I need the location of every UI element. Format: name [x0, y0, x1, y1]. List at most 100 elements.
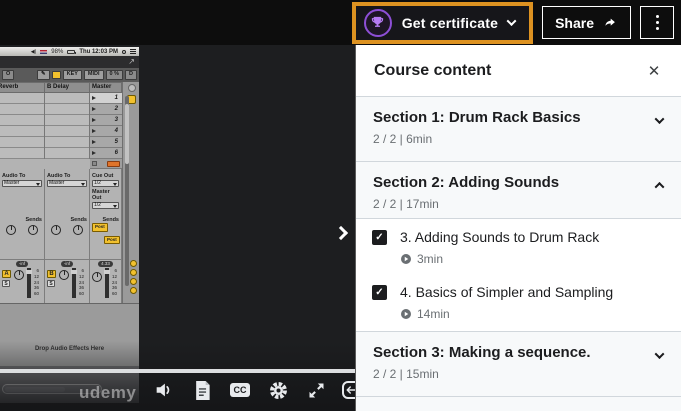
mixer-master: 4.33 612 2436 60 [90, 260, 122, 304]
mac-clock: Thu 12:03 PM [79, 49, 118, 55]
video-controls: CC [152, 376, 366, 404]
track-activator-b: B [47, 270, 56, 278]
clip-slot-column [0, 93, 45, 159]
kebab-dot [656, 27, 659, 30]
section-meta: 2 / 2 | 6min [373, 132, 581, 146]
volume-fader [105, 268, 109, 298]
more-options-button[interactable] [640, 6, 674, 39]
io-buttons [130, 260, 137, 294]
post-button: Post [104, 236, 120, 245]
routing-track-a: Audio To Master [0, 169, 45, 215]
macos-menu-bar: ◀) 98% Thu 12:03 PM [0, 47, 139, 56]
lecture-checkbox[interactable] [372, 285, 387, 300]
ableton-draw-icon: ✎ [37, 70, 50, 80]
scene-row: 3 [90, 115, 122, 126]
section-header-1[interactable]: Section 1: Drum Rack Basics 2 / 2 | 6min [356, 97, 681, 162]
mac-flag-icon [40, 50, 47, 54]
lecture-checkbox[interactable] [372, 230, 387, 245]
next-section-edge [356, 397, 681, 411]
send-knob [51, 225, 61, 235]
trophy-icon [364, 9, 392, 37]
post-button: Post [92, 223, 108, 232]
sends-master: Sends Post Post [90, 215, 122, 259]
section-header-3[interactable]: Section 3: Making a sequence. 2 / 2 | 15… [356, 332, 681, 397]
share-button[interactable]: Share [542, 6, 631, 39]
gear-icon [268, 380, 289, 401]
ableton-window: ↗ O ✎ KEY MIDI 0 % D Reverb B Delay Mast… [0, 56, 139, 403]
routing-master: Cue Out 1/2 Master Out 1/2 [90, 169, 122, 215]
mac-spotlight-icon [122, 50, 126, 54]
get-certificate-label: Get certificate [402, 15, 498, 31]
video-player[interactable]: ◀) 98% Thu 12:03 PM ↗ O ✎ KEY MIDI 0 % D… [0, 45, 355, 411]
section-title: Section 1: Drum Rack Basics [373, 109, 581, 128]
send-knob [73, 225, 83, 235]
udemy-watermark: udemy [79, 383, 136, 403]
share-arrow-icon [602, 16, 618, 30]
ableton-key-button: KEY [63, 70, 82, 80]
lecture-title: 3. Adding Sounds to Drum Rack [400, 229, 599, 245]
captions-button[interactable]: CC [228, 378, 252, 402]
fullscreen-icon [306, 380, 327, 401]
solo-button: S [2, 280, 10, 287]
course-player-window: Get certificate Share ◀) 98% Thu 12:03 P… [0, 0, 681, 411]
section-meta: 2 / 2 | 15min [373, 367, 591, 381]
section-title: Section 2: Adding Sounds [373, 174, 559, 193]
kebab-dot [656, 15, 659, 18]
sidebar-header: Course content [356, 45, 681, 97]
chevron-down-icon [655, 114, 665, 124]
volume-fader [72, 268, 76, 298]
sidebar-collapse-button[interactable] [328, 215, 354, 251]
ableton-mixer-section: -inf A S 612 2436 60 [0, 259, 122, 303]
mixer-track-a: -inf A S 612 2436 60 [0, 260, 45, 304]
close-icon[interactable] [645, 62, 663, 80]
ableton-drop-zone: Drop Audio Effects Here [0, 303, 139, 366]
sidebar-title: Course content [374, 62, 491, 80]
get-certificate-button[interactable]: Get certificate [352, 2, 533, 44]
track-header-bdelay: B Delay [45, 82, 90, 93]
chevron-down-icon [507, 16, 517, 26]
top-bar: Get certificate Share [0, 0, 681, 45]
ableton-chip: D [125, 70, 137, 80]
ableton-titlebar: ↗ [0, 56, 139, 68]
mixer-track-b: -inf B S 612 2436 60 [45, 260, 90, 304]
ableton-right-strip [122, 82, 139, 303]
section-header-2[interactable]: Section 2: Adding Sounds 2 / 2 | 17min [356, 162, 681, 219]
track-activator-a: A [2, 270, 11, 278]
volume-fader [27, 268, 31, 298]
lecture-item-3[interactable]: 3. Adding Sounds to Drum Rack 3min [356, 219, 681, 274]
share-label: Share [555, 15, 594, 31]
settings-button[interactable] [266, 378, 290, 402]
audio-to-select: Master [47, 180, 87, 187]
mac-battery-percent: 98% [51, 49, 63, 55]
scene-row: 6 [90, 148, 122, 159]
scene-row: 2 [90, 104, 122, 115]
transcript-button[interactable] [190, 378, 214, 402]
cc-icon: CC [230, 383, 250, 397]
speaker-icon [153, 379, 175, 401]
video-progress-bar[interactable] [0, 369, 355, 373]
sends-track-b: Sends [45, 215, 90, 259]
master-out-select: 1/2 [92, 202, 119, 209]
lecture-item-4[interactable]: 4. Basics of Simpler and Sampling 14min [356, 274, 681, 332]
record-chip [107, 161, 120, 167]
cue-knob [92, 272, 102, 282]
fullscreen-button[interactable] [304, 378, 328, 402]
ableton-midi-button: MIDI [84, 70, 104, 80]
ableton-cpu-meter: 0 % [106, 70, 123, 80]
ableton-stop-row [90, 159, 122, 169]
cue-out-select: 1/2 [92, 180, 119, 187]
mac-battery-icon [67, 50, 75, 54]
track-header-reverb: Reverb [0, 82, 45, 93]
section-meta: 2 / 2 | 17min [373, 197, 559, 211]
scene-row: 1 [90, 93, 122, 104]
track-header-master: Master [90, 82, 122, 93]
pan-knob [14, 270, 24, 280]
play-circle-icon [400, 253, 412, 265]
volume-button[interactable] [152, 378, 176, 402]
send-knob [6, 225, 16, 235]
audio-to-select: Master [2, 180, 42, 187]
routing-track-b: Audio To Master [45, 169, 90, 215]
ableton-scrollbar [125, 96, 129, 286]
sends-track-a: Sends [0, 215, 45, 259]
ableton-chip: O [2, 70, 14, 80]
